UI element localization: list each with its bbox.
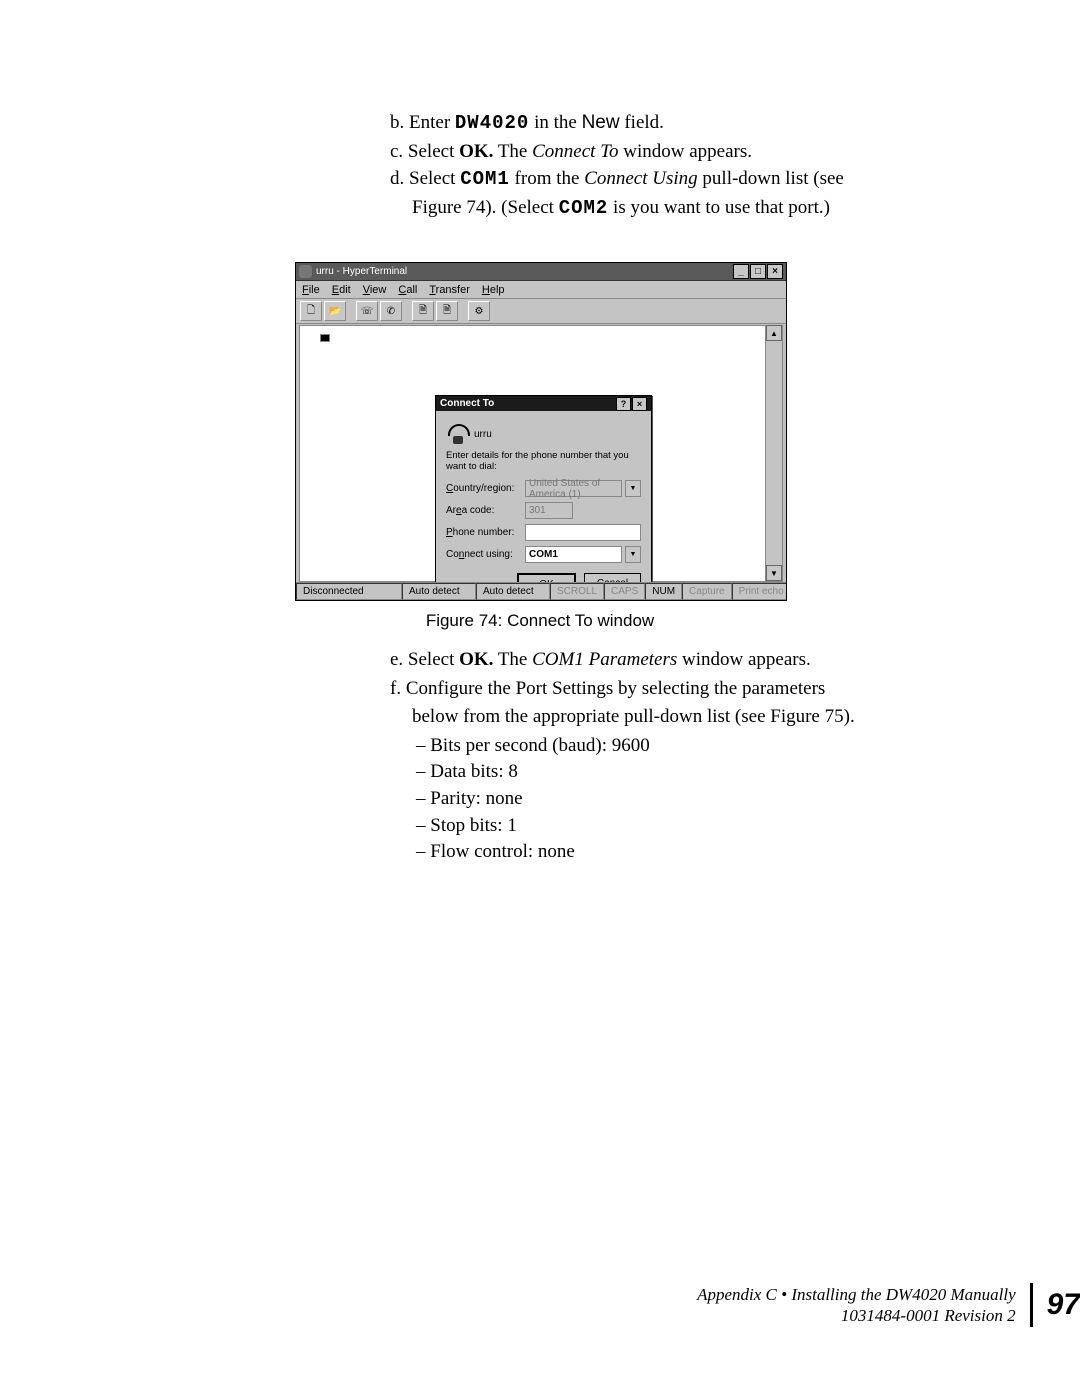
- label-country: Country/region:: [446, 483, 521, 494]
- toolbar-send-icon[interactable]: 🗎: [412, 301, 434, 321]
- status-capture: Capture: [682, 583, 732, 600]
- connection-name: urru: [474, 429, 492, 440]
- menu-transfer[interactable]: Transfer: [429, 284, 470, 296]
- label-connect-using: Connect using:: [446, 549, 521, 560]
- footer-docnum: 1031484-0001 Revision 2: [697, 1305, 1016, 1326]
- dialog-close-button[interactable]: ×: [632, 397, 647, 411]
- menu-help[interactable]: Help: [482, 284, 505, 296]
- menu-file[interactable]: File: [302, 284, 320, 296]
- status-bar: Disconnected Auto detect Auto detect SCR…: [296, 582, 786, 600]
- bullet-flow: – Flow control: none: [390, 839, 910, 866]
- chevron-down-icon[interactable]: ▼: [625, 480, 641, 497]
- connect-using-select[interactable]: COM1: [525, 546, 622, 563]
- step-e: e. Select OK. The COM1 Parameters window…: [390, 647, 910, 674]
- dialog-titlebar: Connect To ? ×: [436, 396, 651, 411]
- status-caps: CAPS: [604, 583, 645, 600]
- bullet-parity: – Parity: none: [390, 786, 910, 813]
- connect-to-dialog: Connect To ? × urru Enter details for th…: [435, 395, 652, 601]
- maximize-button[interactable]: □: [750, 264, 766, 279]
- toolbar-hangup-icon[interactable]: ✆: [380, 301, 402, 321]
- scroll-up-icon[interactable]: ▲: [766, 325, 782, 341]
- menu-call[interactable]: Call: [398, 284, 417, 296]
- toolbar: 🗋 📂 ☏ ✆ 🗎 🗎 ⚙: [296, 299, 786, 324]
- step-f: f. Configure the Port Settings by select…: [390, 676, 910, 703]
- instruction-block-mid: e. Select OK. The COM1 Parameters window…: [390, 647, 910, 866]
- bullet-stopbits: – Stop bits: 1: [390, 813, 910, 840]
- step-c: c. Select OK. The Connect To window appe…: [390, 139, 910, 165]
- toolbar-call-icon[interactable]: ☏: [356, 301, 378, 321]
- step-d-cont: Figure 74). (Select COM2 is you want to …: [390, 195, 910, 222]
- figure-caption: Figure 74: Connect To window: [295, 611, 785, 631]
- status-echo: Print echo: [732, 583, 787, 600]
- vertical-scrollbar[interactable]: ▲ ▼: [765, 325, 782, 581]
- step-d: d. Select COM1 from the Connect Using pu…: [390, 166, 910, 193]
- menu-edit[interactable]: Edit: [332, 284, 351, 296]
- close-button[interactable]: ×: [767, 264, 783, 279]
- app-titlebar: urru - HyperTerminal _ □ ×: [296, 263, 786, 281]
- app-title: urru - HyperTerminal: [316, 266, 732, 277]
- bullet-baud: – Bits per second (baud): 9600: [390, 733, 910, 760]
- status-scroll: SCROLL: [550, 583, 604, 600]
- status-auto2: Auto detect: [476, 583, 550, 600]
- step-f-cont: below from the appropriate pull-down lis…: [390, 704, 910, 731]
- step-b: b. Enter DW4020 in the New field.: [390, 110, 910, 137]
- toolbar-new-icon[interactable]: 🗋: [300, 301, 322, 321]
- minimize-button[interactable]: _: [733, 264, 749, 279]
- status-num: NUM: [645, 583, 682, 600]
- scroll-down-icon[interactable]: ▼: [766, 565, 782, 581]
- hyperterminal-window: urru - HyperTerminal _ □ × File Edit Vie…: [295, 262, 787, 601]
- bullet-databits: – Data bits: 8: [390, 759, 910, 786]
- app-icon: [299, 265, 312, 278]
- dialog-title: Connect To: [440, 398, 494, 409]
- phone-number-input[interactable]: [525, 524, 641, 541]
- footer-appendix: Appendix C • Installing the DW4020 Manua…: [697, 1284, 1016, 1305]
- country-select[interactable]: United States of America (1): [525, 480, 622, 497]
- dialog-help-button[interactable]: ?: [616, 397, 631, 411]
- chevron-down-icon[interactable]: ▼: [625, 546, 641, 563]
- instruction-block-top: b. Enter DW4020 in the New field. c. Sel…: [390, 110, 910, 224]
- page-footer: Appendix C • Installing the DW4020 Manua…: [0, 1283, 1080, 1327]
- dialog-instruction: Enter details for the phone number that …: [446, 450, 641, 472]
- terminal-client-area: Connect To ? × urru Enter details for th…: [299, 325, 783, 582]
- menu-view[interactable]: View: [363, 284, 387, 296]
- area-code-input[interactable]: 301: [525, 502, 573, 519]
- menubar: File Edit View Call Transfer Help: [296, 281, 786, 299]
- label-phone: Phone number:: [446, 527, 521, 538]
- toolbar-open-icon[interactable]: 📂: [324, 301, 346, 321]
- status-auto1: Auto detect: [402, 583, 476, 600]
- toolbar-receive-icon[interactable]: 🗎: [436, 301, 458, 321]
- status-disconnected: Disconnected: [296, 583, 402, 600]
- toolbar-properties-icon[interactable]: ⚙: [468, 301, 490, 321]
- page-number: 97: [1047, 1288, 1080, 1322]
- terminal-cursor-icon: [320, 334, 330, 342]
- phone-icon: [446, 424, 470, 444]
- figure-74: urru - HyperTerminal _ □ × File Edit Vie…: [295, 262, 785, 631]
- label-area: Area code:: [446, 505, 521, 516]
